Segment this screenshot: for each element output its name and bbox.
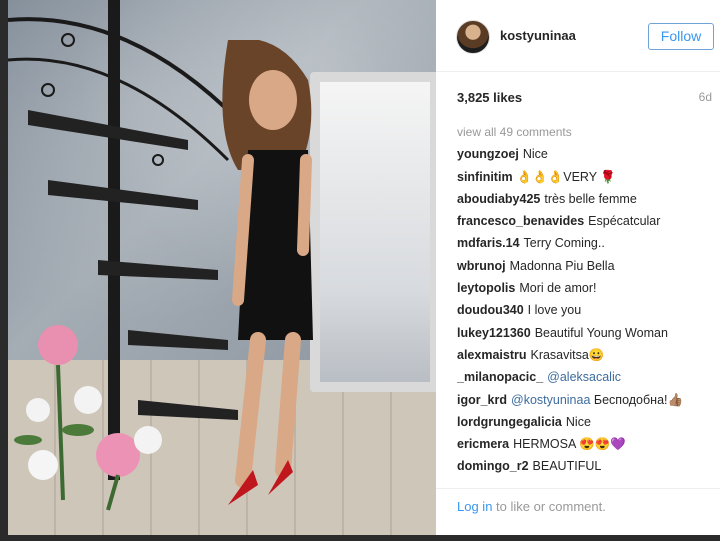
comment-text: Madonna Piu Bella <box>509 258 615 273</box>
login-prompt: Log in to like or comment. <box>457 499 606 514</box>
comment-username[interactable]: leytopolis <box>457 281 515 295</box>
comment-text: 👌👌👌VERY 🌹 <box>516 169 616 184</box>
comment-username[interactable]: lukey121360 <box>457 326 531 340</box>
comment-username[interactable]: _milanopacic_ <box>457 370 543 384</box>
comment-item: igor_krd @kostyuninaa Бесподобна!👍🏽 <box>457 392 715 414</box>
comment-text: Espécatcular <box>588 214 661 229</box>
peony-flowers-graphic <box>14 325 162 511</box>
comment-item: doudou340 I love you <box>457 302 715 324</box>
comment-username[interactable]: alexmaistru <box>457 348 526 362</box>
comment-mention[interactable]: @aleksacalic <box>547 370 621 384</box>
likes-count[interactable]: 3,825 likes <box>457 90 522 105</box>
comment-item: youngzoej Nice <box>457 146 715 168</box>
comment-item: sinfinitim 👌👌👌VERY 🌹 <box>457 169 715 191</box>
comment-username[interactable]: aboudiaby425 <box>457 192 540 206</box>
comment-item: wbrunoj Madonna Piu Bella <box>457 258 715 280</box>
comment-text: Beautiful Young Woman <box>534 325 668 340</box>
comment-text: Nice <box>565 414 591 429</box>
comment-item: aboudiaby425 très belle femme <box>457 191 715 213</box>
comment-username[interactable]: francesco_benavides <box>457 214 584 228</box>
comment-text: Бесподобна!👍🏽 <box>593 392 684 407</box>
user-avatar[interactable] <box>456 20 490 54</box>
post-username[interactable]: kostyuninaa <box>500 28 576 43</box>
follow-button[interactable]: Follow <box>648 23 714 50</box>
comment-item: leytopolis Mori de amor! <box>457 280 715 302</box>
comment-username[interactable]: doudou340 <box>457 303 524 317</box>
comment-item: francesco_benavides Espécatcular <box>457 213 715 235</box>
comment-text: I love you <box>527 303 582 318</box>
post-sidebar: kostyuninaa Follow 3,825 likes 6d view a… <box>436 0 720 535</box>
comment-username[interactable]: youngzoej <box>457 147 519 161</box>
post-stats: 3,825 likes 6d <box>457 90 715 106</box>
post-time-ago: 6d <box>698 90 712 104</box>
view-all-comments-link[interactable]: view all 49 comments <box>457 124 715 146</box>
comment-text: Terry Coming.. <box>523 236 605 251</box>
comment-item: ericmera HERMOSA 😍😍💜 <box>457 436 715 458</box>
post-footer: Log in to like or comment. <box>436 488 720 535</box>
comment-text: Krasavitsa😀 <box>530 347 605 362</box>
comment-mention[interactable]: @kostyuninaa <box>511 393 590 407</box>
comments-list: view all 49 comments youngzoej Nice sinfi… <box>457 124 715 481</box>
login-link[interactable]: Log in <box>457 499 492 514</box>
comment-username[interactable]: lordgrungegalicia <box>457 415 562 429</box>
post-header: kostyuninaa Follow <box>436 0 720 72</box>
comment-item: domingo_r2 BEAUTIFUL <box>457 458 715 480</box>
comment-username[interactable]: wbrunoj <box>457 259 506 273</box>
post-photo[interactable] <box>8 0 436 535</box>
comment-item: mdfaris.14 Terry Coming.. <box>457 235 715 257</box>
comment-username[interactable]: domingo_r2 <box>457 459 529 473</box>
comment-text: BEAUTIFUL <box>532 459 602 474</box>
comment-text: Mori de amor! <box>519 281 597 296</box>
comment-text: HERMOSA 😍😍💜 <box>513 437 626 452</box>
window-frame: kostyuninaa Follow 3,825 likes 6d view a… <box>0 0 720 541</box>
comment-item: lukey121360 Beautiful Young Woman <box>457 325 715 347</box>
comment-username[interactable]: mdfaris.14 <box>457 236 520 250</box>
comment-username[interactable]: igor_krd <box>457 393 507 407</box>
comment-item: _milanopacic_ @aleksacalic <box>457 369 715 391</box>
comment-item: lordgrungegalicia Nice <box>457 414 715 436</box>
comment-username[interactable]: ericmera <box>457 437 509 451</box>
login-prompt-text: to like or comment. <box>492 499 606 514</box>
comment-text: très belle femme <box>544 191 637 206</box>
comment-text: Nice <box>522 147 548 162</box>
comment-item: alexmaistru Krasavitsa😀 <box>457 347 715 369</box>
woman-figure-graphic <box>222 40 313 505</box>
comment-username[interactable]: sinfinitim <box>457 170 513 184</box>
